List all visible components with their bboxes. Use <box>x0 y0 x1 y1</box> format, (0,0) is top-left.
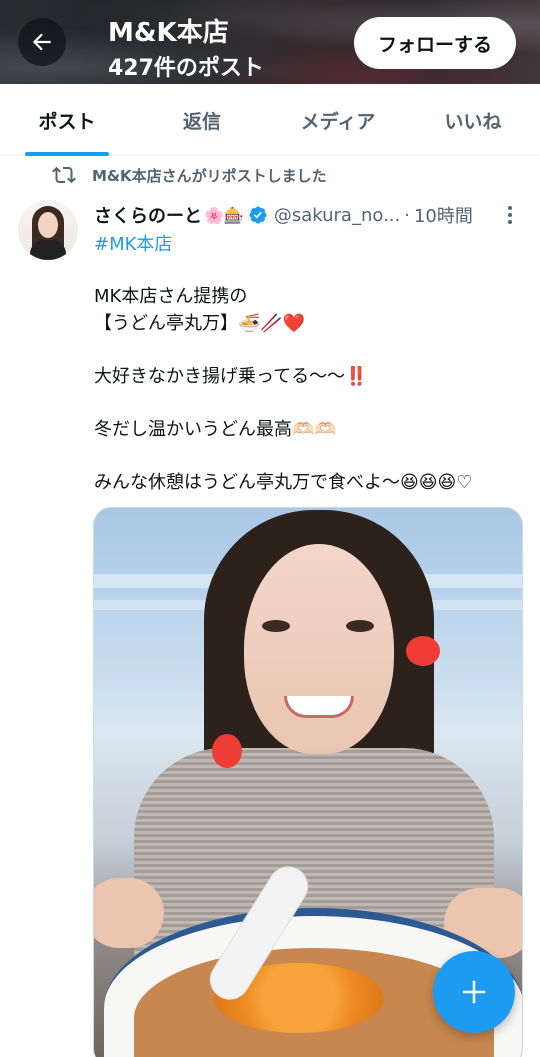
tab-media[interactable]: メディア <box>270 84 406 156</box>
post-text-line: 冬だし温かいうどん最高🫶🏻🫶🏻 <box>94 418 337 440</box>
post-text-line: みんな休憩はうどん亭丸万で食べよ〜😆😆😆♡ <box>94 471 473 493</box>
avatar[interactable] <box>18 200 78 260</box>
active-tab-indicator <box>25 152 109 156</box>
repost-context-label: M&K本店さんがリポストしました <box>92 166 327 185</box>
more-options-button[interactable] <box>500 203 520 227</box>
blush-sticker <box>406 636 440 666</box>
meta-separator: · <box>404 204 410 226</box>
hashtag-link[interactable]: #MK本店 <box>94 230 172 256</box>
author-handle[interactable]: @sakura_no... <box>274 205 400 226</box>
blush-sticker <box>212 734 242 768</box>
repost-context[interactable]: M&K本店さんがリポストしました <box>52 163 327 187</box>
author-row: さくらのーと 🌸🎰 @sakura_no... · 10時間 <box>94 201 473 229</box>
tab-label: メディア <box>300 110 376 133</box>
tab-label: ポスト <box>38 110 96 133</box>
back-button[interactable] <box>18 18 66 66</box>
tab-label: 返信 <box>182 110 221 133</box>
profile-title: M&K本店 <box>108 18 229 48</box>
post-text-line: 大好きなかき揚げ乗ってる〜〜‼️ <box>94 365 368 387</box>
post-text-line: 【うどん亭丸万】🍜🥢❤️ <box>94 312 306 334</box>
verified-badge-icon <box>249 206 267 224</box>
profile-header: M&K本店 427件のポスト フォローする <box>0 0 540 84</box>
plus-icon <box>462 980 486 1004</box>
author-display-name[interactable]: さくらのーと <box>94 202 202 228</box>
post-timestamp[interactable]: 10時間 <box>414 202 473 228</box>
more-dots-icon <box>508 206 512 210</box>
post-count: 427件のポスト <box>108 56 264 81</box>
author-name-emoji: 🌸🎰 <box>204 205 244 225</box>
profile-tabs: ポスト 返信 メディア いいね <box>0 84 540 156</box>
tab-posts[interactable]: ポスト <box>0 84 134 156</box>
arrow-left-icon <box>32 33 51 51</box>
compose-button[interactable] <box>433 951 515 1033</box>
tab-likes[interactable]: いいね <box>406 84 540 156</box>
tab-label: いいね <box>444 110 502 133</box>
tab-replies[interactable]: 返信 <box>134 84 270 156</box>
post-text-line: MK本店さん提携の <box>94 286 248 307</box>
follow-button[interactable]: フォローする <box>354 17 516 69</box>
post-text: MK本店さん提携の 【うどん亭丸万】🍜🥢❤️ 大好きなかき揚げ乗ってる〜〜‼️ … <box>94 284 524 496</box>
repost-icon <box>52 166 76 184</box>
